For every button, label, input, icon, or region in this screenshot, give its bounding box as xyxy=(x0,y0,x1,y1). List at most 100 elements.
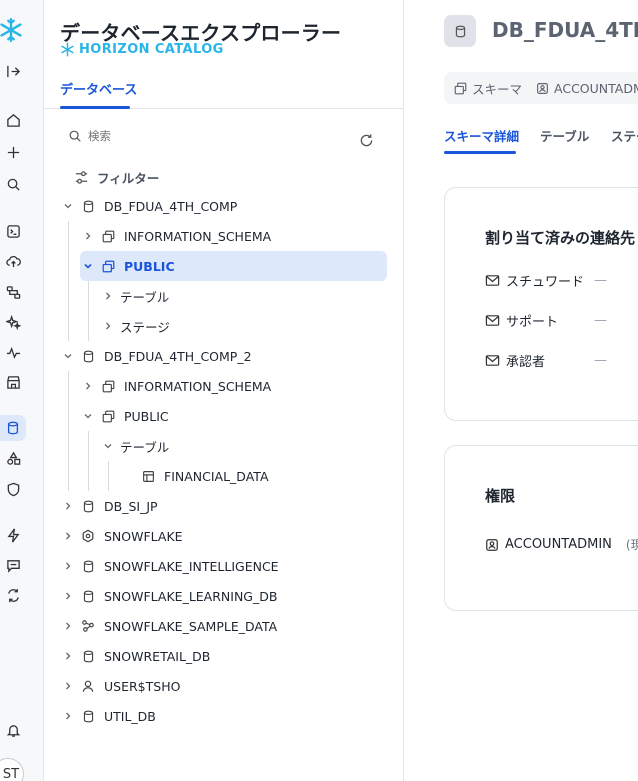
tab-schema-details[interactable]: スキーマ詳細 xyxy=(444,126,519,145)
tree-item-label: UTIL_DB xyxy=(104,708,156,724)
cloud-upload-icon[interactable] xyxy=(0,248,26,274)
tree-item-util-db[interactable]: UTIL_DB xyxy=(60,701,384,731)
worksheet-icon[interactable] xyxy=(0,218,26,244)
tree-item-label: SNOWFLAKE_INTELLIGENCE xyxy=(104,558,279,574)
database-icon xyxy=(80,588,96,604)
contact-value: — xyxy=(594,353,607,368)
tree-item-label: INFORMATION_SCHEMA xyxy=(124,378,272,394)
detail-tabs: スキーマ詳細 テーブル ステー xyxy=(444,126,638,156)
brand-label: HORIZON CATALOG xyxy=(79,42,224,57)
tree-item-db-si-jp[interactable]: DB_SI_JP xyxy=(60,491,384,521)
schema-icon xyxy=(100,408,116,424)
tree-item-label: DB_SI_JP xyxy=(104,498,158,514)
contact-row-steward: スチュワード — xyxy=(485,271,607,290)
tree-item-label: テーブル xyxy=(120,289,170,305)
sync-icon[interactable] xyxy=(0,582,26,608)
data-flow-icon[interactable] xyxy=(0,279,26,305)
contact-label: スチュワード xyxy=(506,275,585,290)
snowflake-brand-icon xyxy=(61,42,74,57)
contact-value: — xyxy=(594,313,607,328)
chevron-down-icon xyxy=(60,198,76,214)
tab-databases[interactable]: データベース xyxy=(60,79,137,98)
filter-label: フィルター xyxy=(97,171,160,186)
contact-row-approver: 承認者 — xyxy=(485,351,607,370)
mail-icon xyxy=(485,355,500,366)
privilege-role: ACCOUNTADMIN xyxy=(505,537,612,552)
bell-icon[interactable] xyxy=(0,717,26,743)
left-rail: ST xyxy=(0,0,44,781)
shapes-icon[interactable] xyxy=(0,445,26,471)
schema-crumb-label: スキーマ xyxy=(472,81,523,97)
database-badge-icon xyxy=(444,15,476,47)
privileges-title: 権限 xyxy=(485,487,516,505)
ai-sparkle-icon[interactable] xyxy=(0,309,26,335)
mail-icon xyxy=(485,275,500,286)
tree-item-label: INFORMATION_SCHEMA xyxy=(124,228,272,244)
shield-icon[interactable] xyxy=(0,476,26,502)
tree-item-label: DB_FDUA_4TH_COMP xyxy=(104,198,238,214)
schema-crumb[interactable]: スキーマ xyxy=(454,79,522,98)
contact-label: 承認者 xyxy=(506,355,546,370)
refresh-icon[interactable] xyxy=(356,130,376,150)
schema-icon xyxy=(100,228,116,244)
object-info-bar: スキーマ ACCOUNTADM xyxy=(444,72,638,104)
expand-sidebar-icon[interactable] xyxy=(0,58,26,84)
chevron-right-icon xyxy=(60,678,76,694)
tree-item-tables[interactable]: テーブル xyxy=(100,281,384,311)
tree-item-user-tsho[interactable]: USER$TSHO xyxy=(60,671,384,701)
tree-item-financial-data[interactable]: FINANCIAL_DATA xyxy=(136,461,384,491)
snowflake-logo-icon[interactable] xyxy=(0,17,24,43)
page-title: DB_FDUA_4TH_ xyxy=(492,18,638,42)
tab-tables[interactable]: テーブル xyxy=(540,126,589,145)
activity-icon[interactable] xyxy=(0,339,26,365)
tree-item-label: ステージ xyxy=(120,319,170,335)
tree-item-stages[interactable]: ステージ xyxy=(100,311,384,341)
home-icon[interactable] xyxy=(0,107,26,133)
tree-item-label: SNOWFLAKE_LEARNING_DB xyxy=(104,588,278,604)
role-icon xyxy=(537,82,548,94)
tree-item-label: SNOWRETAIL_DB xyxy=(104,648,211,664)
search-icon[interactable] xyxy=(0,171,26,197)
database-catalog-icon[interactable] xyxy=(0,415,26,441)
tree-item-snowflake-sample-data[interactable]: SNOWFLAKE_SAMPLE_DATA xyxy=(60,611,384,641)
filter-button[interactable]: フィルター xyxy=(74,168,159,187)
add-icon[interactable] xyxy=(0,139,26,165)
chat-support-icon[interactable] xyxy=(0,552,26,578)
schema-icon xyxy=(454,82,467,94)
tab-stages[interactable]: ステー xyxy=(611,126,638,145)
chevron-down-icon xyxy=(80,258,96,274)
tree-item-public[interactable]: PUBLIC xyxy=(80,401,384,431)
lightning-icon[interactable] xyxy=(0,522,26,548)
database-icon xyxy=(80,348,96,364)
tree-item-information-schema[interactable]: INFORMATION_SCHEMA xyxy=(80,221,384,251)
tree-item-snowflake-learning-db[interactable]: SNOWFLAKE_LEARNING_DB xyxy=(60,581,384,611)
schema-icon xyxy=(100,378,116,394)
chevron-right-icon xyxy=(100,288,116,304)
shared-database-icon xyxy=(80,528,96,544)
tree-item-db-fdua-4th-comp-2[interactable]: DB_FDUA_4TH_COMP_2 xyxy=(60,341,384,371)
chevron-right-icon xyxy=(60,498,76,514)
tree-item-public-selected[interactable]: PUBLIC xyxy=(80,251,387,281)
user-avatar[interactable]: ST xyxy=(0,758,24,781)
owner-role-crumb[interactable]: ACCOUNTADM xyxy=(536,81,638,96)
chevron-right-icon xyxy=(80,228,96,244)
database-icon xyxy=(80,558,96,574)
chevron-right-icon xyxy=(60,558,76,574)
explorer-tabs: データベース xyxy=(44,70,404,109)
tree-item-label: SNOWFLAKE xyxy=(104,528,183,544)
tree-item-tables[interactable]: テーブル xyxy=(100,431,384,461)
chevron-right-icon xyxy=(60,588,76,604)
chevron-right-icon xyxy=(60,618,76,634)
tree-guide-line xyxy=(88,431,89,491)
search-input[interactable] xyxy=(88,129,328,143)
tree-item-db-fdua-4th-comp[interactable]: DB_FDUA_4TH_COMP xyxy=(60,191,384,221)
tree-item-information-schema[interactable]: INFORMATION_SCHEMA xyxy=(80,371,384,401)
contacts-title: 割り当て済みの連絡先 xyxy=(485,229,636,247)
privileges-card: 権限 ACCOUNTADMIN (現 xyxy=(444,445,638,611)
tree-item-snowflake[interactable]: SNOWFLAKE xyxy=(60,521,384,551)
marketplace-icon[interactable] xyxy=(0,369,26,395)
contact-label: サポート xyxy=(506,315,559,330)
active-tab-indicator xyxy=(60,106,130,109)
tree-item-snowretail-db[interactable]: SNOWRETAIL_DB xyxy=(60,641,384,671)
tree-item-snowflake-intelligence[interactable]: SNOWFLAKE_INTELLIGENCE xyxy=(60,551,384,581)
